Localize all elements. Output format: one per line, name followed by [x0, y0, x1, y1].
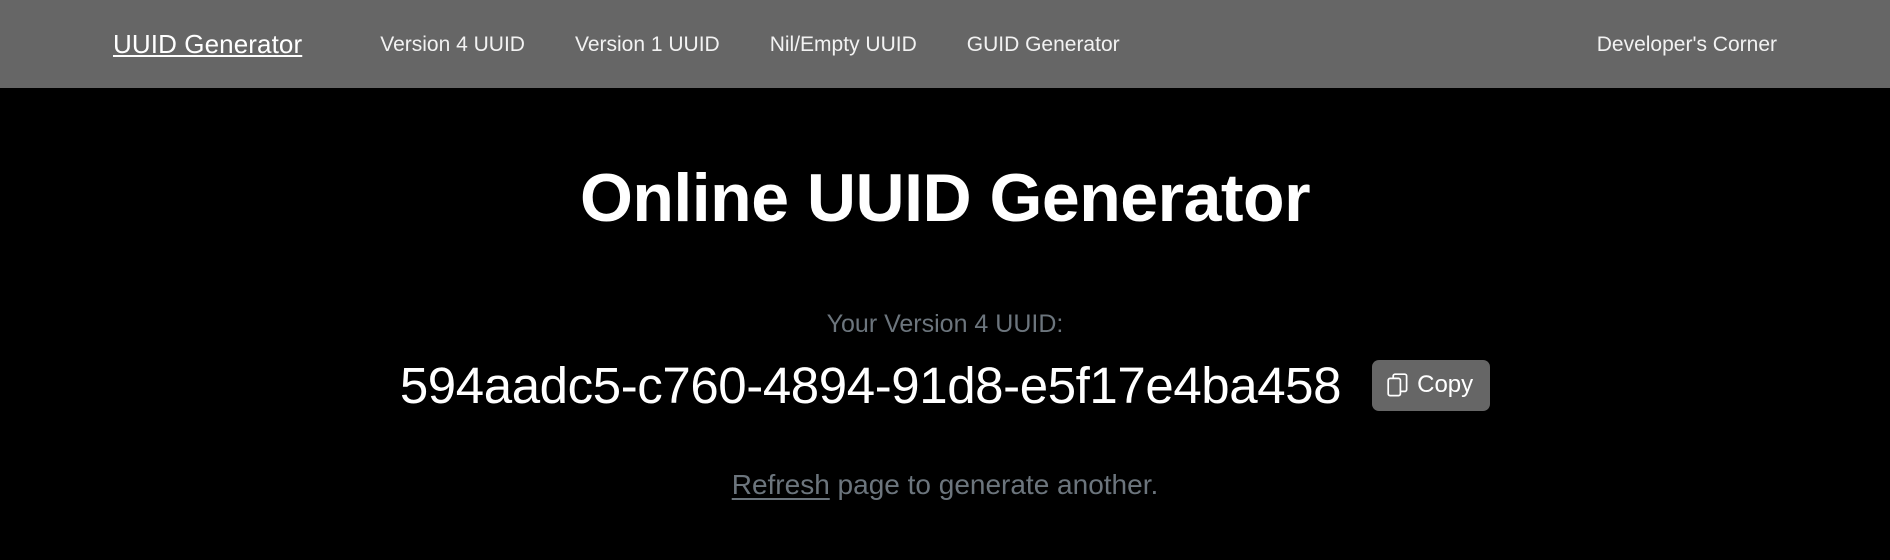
copy-icon — [1387, 373, 1408, 397]
nav-item-version-4-uuid: Version 4 UUID — [380, 34, 525, 55]
nav-link-guid-generator[interactable]: GUID Generator — [967, 34, 1120, 55]
uuid-label: Your Version 4 UUID: — [826, 310, 1064, 338]
nav-link-version-1-uuid[interactable]: Version 1 UUID — [575, 34, 720, 55]
nav-link-version-4-uuid[interactable]: Version 4 UUID — [380, 34, 525, 55]
nav-item-guid-generator: GUID Generator — [967, 34, 1120, 55]
copy-button[interactable]: Copy — [1372, 360, 1491, 412]
nav-item-nil-empty-uuid: Nil/Empty UUID — [770, 34, 917, 55]
nav-link-developers-corner[interactable]: Developer's Corner — [1597, 34, 1777, 55]
nav-link-list: Version 4 UUID Version 1 UUID Nil/Empty … — [380, 34, 1119, 55]
copy-button-label: Copy — [1417, 371, 1474, 399]
refresh-hint-text: page to generate another. — [829, 468, 1159, 500]
nav-link-nil-empty-uuid[interactable]: Nil/Empty UUID — [770, 34, 917, 55]
nav-item-version-1-uuid: Version 1 UUID — [575, 34, 720, 55]
main-content: Online UUID Generator Your Version 4 UUI… — [0, 88, 1890, 560]
top-navbar: UUID Generator Version 4 UUID Version 1 … — [0, 0, 1890, 88]
refresh-link[interactable]: Refresh — [732, 469, 830, 500]
brand-home-link[interactable]: UUID Generator — [113, 31, 302, 57]
page-title: Online UUID Generator — [579, 160, 1311, 236]
refresh-hint: Refresh page to generate another. — [0, 468, 1890, 500]
nav-right-section: Developer's Corner — [1597, 34, 1777, 55]
uuid-result-row: 594aadc5-c760-4894-91d8-e5f17e4ba458 Cop… — [0, 359, 1890, 413]
uuid-value[interactable]: 594aadc5-c760-4894-91d8-e5f17e4ba458 — [400, 359, 1342, 413]
